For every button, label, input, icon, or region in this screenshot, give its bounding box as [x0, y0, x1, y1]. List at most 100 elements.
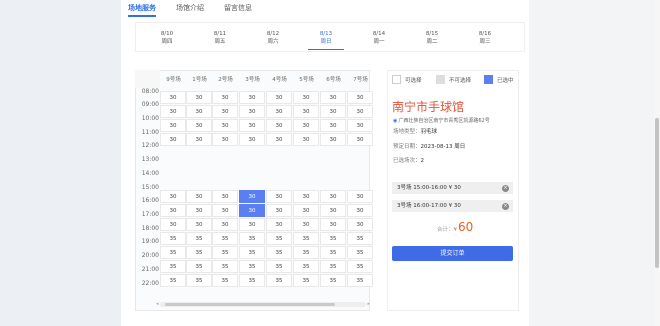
slot-cell[interactable]: 30: [212, 133, 238, 146]
remove-icon[interactable]: ×: [502, 203, 509, 210]
grid-horizontal-scrollbar[interactable]: ◂ ▸: [156, 301, 370, 307]
slot-cell[interactable]: 30: [160, 190, 186, 203]
slot-cell[interactable]: 30: [160, 119, 186, 132]
slot-cell[interactable]: 30: [320, 105, 346, 118]
slot-cell[interactable]: 35: [293, 246, 319, 259]
slot-cell[interactable]: 35: [160, 260, 186, 273]
slot-cell[interactable]: 35: [347, 232, 373, 245]
slot-cell[interactable]: 35: [186, 246, 212, 259]
slot-cell[interactable]: 30: [186, 105, 212, 118]
date-tab[interactable]: 8/13 周日: [308, 30, 344, 50]
slot-cell[interactable]: 35: [320, 260, 346, 273]
slot-cell[interactable]: 35: [266, 246, 292, 259]
slot-cell[interactable]: 30: [266, 119, 292, 132]
slot-cell[interactable]: 30: [293, 204, 319, 217]
tab-venue-service[interactable]: 场地服务: [128, 3, 156, 17]
slot-cell[interactable]: 35: [212, 246, 238, 259]
slot-cell[interactable]: 35: [293, 232, 319, 245]
slot-cell[interactable]: 30: [293, 91, 319, 104]
submit-order-button[interactable]: 提交订单: [392, 246, 513, 261]
slot-cell[interactable]: 30: [293, 190, 319, 203]
slot-cell[interactable]: 30: [186, 119, 212, 132]
slot-cell[interactable]: 30: [186, 204, 212, 217]
slot-cell[interactable]: 35: [160, 246, 186, 259]
slot-cell[interactable]: 30: [266, 91, 292, 104]
slot-cell[interactable]: 30: [212, 204, 238, 217]
slot-cell[interactable]: 30: [320, 190, 346, 203]
slot-cell[interactable]: 35: [347, 260, 373, 273]
slot-cell[interactable]: 30: [293, 119, 319, 132]
slot-cell[interactable]: 30: [212, 105, 238, 118]
slot-cell[interactable]: 30: [239, 91, 265, 104]
slot-cell[interactable]: 35: [212, 274, 238, 287]
slot-cell[interactable]: 30: [347, 133, 373, 146]
tab-messages[interactable]: 留言信息: [224, 3, 252, 13]
slot-cell[interactable]: 30: [293, 133, 319, 146]
page-scrollbar[interactable]: [654, 0, 660, 326]
slot-cell[interactable]: 35: [239, 232, 265, 245]
slot-cell[interactable]: 30: [347, 119, 373, 132]
slot-cell[interactable]: 30: [239, 218, 265, 231]
slot-cell[interactable]: 30: [160, 133, 186, 146]
slot-cell[interactable]: 30: [347, 91, 373, 104]
slot-cell[interactable]: 30: [212, 91, 238, 104]
date-tab[interactable]: 8/14 周一: [364, 30, 394, 46]
slot-cell-selected[interactable]: 30: [239, 190, 265, 203]
slot-cell[interactable]: 35: [320, 274, 346, 287]
slot-cell[interactable]: 30: [239, 105, 265, 118]
slot-cell[interactable]: 35: [212, 260, 238, 273]
slot-cell[interactable]: 30: [293, 218, 319, 231]
slot-cell[interactable]: 35: [347, 274, 373, 287]
slot-cell[interactable]: 30: [239, 133, 265, 146]
slot-cell[interactable]: 35: [266, 260, 292, 273]
date-tab[interactable]: 8/11 周五: [205, 30, 235, 46]
scroll-left-icon[interactable]: ◂: [156, 301, 159, 307]
slot-cell[interactable]: 30: [293, 105, 319, 118]
slot-cell[interactable]: 30: [347, 105, 373, 118]
slot-cell[interactable]: 35: [293, 260, 319, 273]
slot-cell[interactable]: 35: [320, 232, 346, 245]
slot-cell[interactable]: 30: [160, 91, 186, 104]
slot-cell[interactable]: 35: [212, 232, 238, 245]
slot-cell[interactable]: 30: [186, 133, 212, 146]
slot-cell[interactable]: 30: [160, 204, 186, 217]
slot-cell[interactable]: 30: [186, 218, 212, 231]
slot-cell[interactable]: 35: [160, 274, 186, 287]
slot-cell[interactable]: 30: [160, 105, 186, 118]
slot-cell[interactable]: 35: [293, 274, 319, 287]
slot-cell[interactable]: 35: [239, 274, 265, 287]
slot-cell[interactable]: 30: [160, 218, 186, 231]
slot-cell[interactable]: 35: [186, 260, 212, 273]
date-tab[interactable]: 8/16 周三: [470, 30, 500, 46]
scrollbar-thumb[interactable]: [655, 118, 659, 268]
slot-cell-selected[interactable]: 30: [239, 204, 265, 217]
date-tab[interactable]: 8/12 周六: [258, 30, 288, 46]
slot-cell[interactable]: 30: [320, 91, 346, 104]
slot-cell[interactable]: 30: [347, 218, 373, 231]
slot-cell[interactable]: 30: [186, 91, 212, 104]
slot-cell[interactable]: 35: [266, 232, 292, 245]
scroll-right-icon[interactable]: ▸: [367, 301, 370, 307]
slot-cell[interactable]: 30: [266, 218, 292, 231]
slot-cell[interactable]: 30: [266, 190, 292, 203]
slot-cell[interactable]: 30: [239, 119, 265, 132]
slot-cell[interactable]: 35: [160, 232, 186, 245]
slot-cell[interactable]: 35: [186, 232, 212, 245]
grid-scroll-thumb[interactable]: [165, 303, 335, 306]
slot-cell[interactable]: 30: [266, 133, 292, 146]
slot-cell[interactable]: 30: [347, 204, 373, 217]
slot-cell[interactable]: 30: [347, 190, 373, 203]
date-tab[interactable]: 8/15 周二: [417, 30, 447, 46]
slot-cell[interactable]: 30: [266, 105, 292, 118]
tab-venue-intro[interactable]: 场馆介绍: [176, 3, 204, 13]
slot-cell[interactable]: 35: [347, 246, 373, 259]
slot-cell[interactable]: 35: [239, 246, 265, 259]
slot-cell[interactable]: 30: [186, 190, 212, 203]
slot-cell[interactable]: 30: [320, 204, 346, 217]
slot-cell[interactable]: 35: [186, 274, 212, 287]
slot-cell[interactable]: 30: [212, 119, 238, 132]
slot-cell[interactable]: 30: [212, 218, 238, 231]
slot-cell[interactable]: 30: [266, 204, 292, 217]
slot-cell[interactable]: 30: [320, 218, 346, 231]
slot-cell[interactable]: 30: [320, 133, 346, 146]
